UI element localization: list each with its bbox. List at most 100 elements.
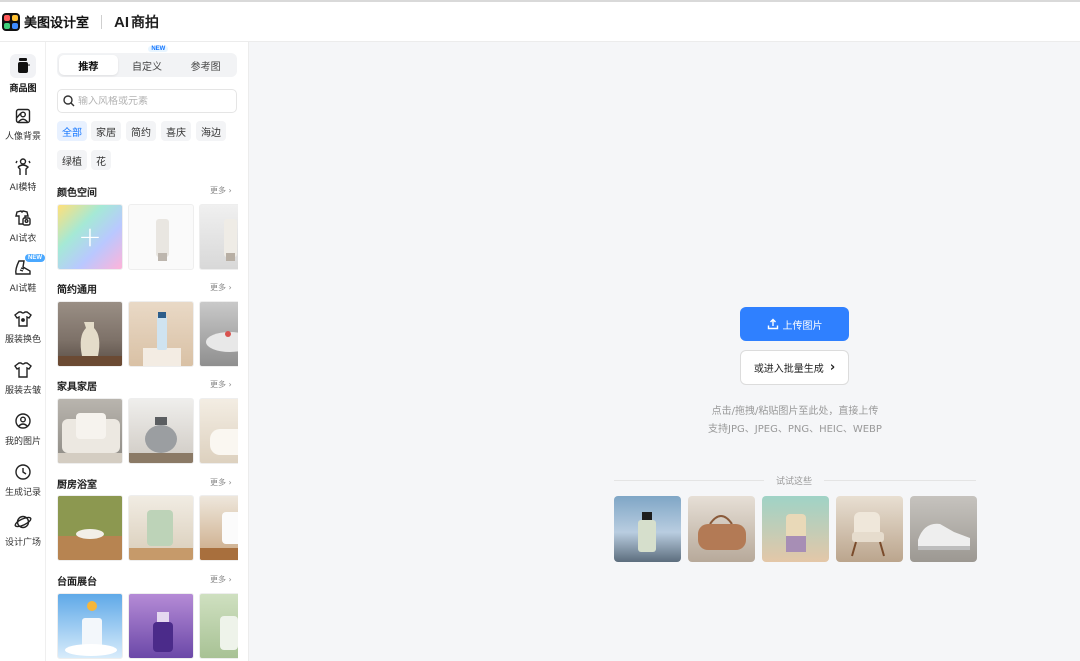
nav-label: 人像背景 xyxy=(4,132,41,142)
panel-tabs: 推荐 自定义 NEW 参考图 xyxy=(57,46,237,77)
template-thumbnail[interactable] xyxy=(128,301,194,367)
product-name: 商拍 xyxy=(131,14,160,31)
search-input[interactable] xyxy=(78,95,228,107)
upload-icon xyxy=(767,318,778,330)
template-thumbnail[interactable] xyxy=(57,398,123,464)
template-row xyxy=(57,495,238,561)
more-link[interactable]: 更多 › xyxy=(210,379,232,390)
nav-label: 设计广场 xyxy=(4,538,41,548)
chevron-right-icon: › xyxy=(228,186,232,195)
batch-label: 或进入批量生成 xyxy=(753,364,824,375)
nav-label: 生成记录 xyxy=(4,488,41,498)
chip-festive[interactable]: 喜庆 xyxy=(161,121,191,141)
brand-name[interactable]: 美图设计室 xyxy=(24,12,89,31)
upload-label: 上传图片 xyxy=(782,320,823,332)
upload-canvas[interactable]: 上传图片 或进入批量生成 › 点击/拖拽/粘贴图片至此处，直接上传 支持JPG、… xyxy=(250,42,1080,661)
chip-simple[interactable]: 简约 xyxy=(126,121,156,141)
chip-all[interactable]: 全部 xyxy=(57,121,87,141)
tab-reference[interactable]: 参考图 xyxy=(176,55,235,75)
planet-icon xyxy=(13,512,33,532)
shirt-color-icon xyxy=(13,309,33,329)
nav-item-clothing-dewrinkle[interactable]: 服装去皱 xyxy=(0,360,46,396)
search-box[interactable] xyxy=(57,89,237,113)
product-title: AI 商拍 xyxy=(114,12,159,32)
nav-item-history[interactable]: 生成记录 xyxy=(0,462,46,498)
top-bar: 美图设计室 AI 商拍 xyxy=(0,0,1080,42)
model-icon xyxy=(13,157,33,177)
sample-image-bottle[interactable] xyxy=(614,496,681,562)
more-label: 更多 xyxy=(210,186,226,195)
nav-label: 商品图 xyxy=(9,84,37,94)
section-title: 家具家居 xyxy=(57,382,97,393)
custom-color-template[interactable]: + xyxy=(57,204,123,270)
sample-image-chair[interactable] xyxy=(836,496,903,562)
clock-icon xyxy=(13,462,33,482)
template-thumbnail[interactable] xyxy=(57,593,123,659)
chevron-right-icon: › xyxy=(228,575,232,584)
tab-recommended[interactable]: 推荐 xyxy=(59,55,118,75)
nav-item-my-images[interactable]: 我的图片 xyxy=(0,411,46,447)
chevron-right-icon: › xyxy=(228,478,232,487)
nav-label: AI试衣 xyxy=(9,234,37,244)
chevron-right-icon: › xyxy=(228,380,232,389)
batch-generate-button[interactable]: 或进入批量生成 › xyxy=(740,350,849,385)
chip-beach[interactable]: 海边 xyxy=(196,121,226,141)
nav-label: AI模特 xyxy=(9,183,37,193)
chevron-right-icon: › xyxy=(228,283,232,292)
template-thumbnail[interactable] xyxy=(128,495,194,561)
nav-label: 我的图片 xyxy=(4,437,41,447)
template-thumbnail[interactable] xyxy=(199,301,238,367)
template-thumbnail[interactable] xyxy=(128,398,194,464)
sample-image-sneaker[interactable] xyxy=(910,496,977,562)
template-thumbnail[interactable] xyxy=(199,495,238,561)
nav-item-ai-try-on[interactable]: AI试衣 xyxy=(0,208,46,244)
section-title: 厨房浴室 xyxy=(57,480,97,491)
header-divider xyxy=(101,14,103,29)
more-label: 更多 xyxy=(210,478,226,487)
sample-image-bag[interactable] xyxy=(688,496,755,562)
nav-label: 服装换色 xyxy=(4,335,41,345)
template-panel: 推荐 自定义 NEW 参考图 全部 家居 简约 喜庆 海边 绿植 花 颜色空间 … xyxy=(46,42,249,661)
more-link[interactable]: 更多 › xyxy=(210,282,232,293)
nav-label: 服装去皱 xyxy=(4,386,41,396)
chip-flower[interactable]: 花 xyxy=(91,150,111,170)
template-row: + xyxy=(57,204,238,270)
chevron-right-icon: › xyxy=(829,360,836,375)
format-hint: 支持JPG、JPEG、PNG、HEIC、WEBP xyxy=(708,424,882,435)
template-thumbnail[interactable] xyxy=(57,301,123,367)
upload-button[interactable]: 上传图片 xyxy=(740,307,849,341)
nav-item-portrait-background[interactable]: 人像背景 xyxy=(0,106,46,142)
shirt-icon xyxy=(13,360,33,380)
template-thumbnail[interactable] xyxy=(128,593,194,659)
more-link[interactable]: 更多 › xyxy=(210,185,232,196)
template-thumbnail[interactable] xyxy=(128,204,194,270)
nav-item-design-plaza[interactable]: 设计广场 xyxy=(0,512,46,548)
nav-label: AI试鞋 xyxy=(9,284,37,294)
portrait-background-icon xyxy=(13,106,33,126)
nav-item-ai-model[interactable]: AI模特 xyxy=(0,157,46,193)
tab-custom[interactable]: 自定义 NEW xyxy=(118,46,177,75)
meitu-logo-icon[interactable] xyxy=(2,12,20,31)
section-title: 台面展台 xyxy=(57,577,97,588)
template-thumbnail[interactable] xyxy=(57,495,123,561)
user-icon xyxy=(13,411,33,431)
plus-icon: + xyxy=(78,220,102,253)
section-title: 简约通用 xyxy=(57,285,97,296)
new-badge: NEW xyxy=(148,46,169,52)
more-link[interactable]: 更多 › xyxy=(210,574,232,585)
more-link[interactable]: 更多 › xyxy=(210,477,232,488)
tab-label: 自定义 xyxy=(132,61,162,73)
chip-greenery[interactable]: 绿植 xyxy=(57,150,87,170)
template-thumbnail[interactable] xyxy=(199,593,238,659)
template-thumbnail[interactable] xyxy=(199,204,238,270)
nav-item-clothing-recolor[interactable]: 服装换色 xyxy=(0,309,46,345)
more-label: 更多 xyxy=(210,283,226,292)
sample-image-drink[interactable] xyxy=(762,496,829,562)
template-thumbnail[interactable] xyxy=(199,398,238,464)
nav-item-product[interactable]: 商品图 xyxy=(0,54,46,94)
nav-item-ai-shoe[interactable]: NEW AI试鞋 xyxy=(0,254,46,294)
template-row xyxy=(57,301,238,367)
left-nav: 商品图 人像背景 AI模特 AI试衣 NEW AI试鞋 服装换色 服装去皱 我的… xyxy=(0,42,46,661)
chip-home[interactable]: 家居 xyxy=(91,121,121,141)
template-row xyxy=(57,593,238,659)
